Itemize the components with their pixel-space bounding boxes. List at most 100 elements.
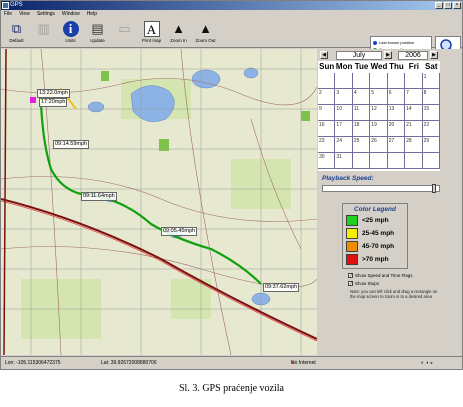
- calendar-day[interactable]: 12: [370, 105, 388, 121]
- speed-flag: 13:22.0mph: [37, 89, 71, 98]
- zoom-in-button[interactable]: ▲ Zoom In: [166, 20, 191, 46]
- weekday-header: Wed: [370, 62, 388, 71]
- show-stops-checkbox[interactable]: ✓ Show Stops: [348, 281, 379, 287]
- playback-speed-slider[interactable]: [322, 184, 440, 193]
- menu-bar: File View Settings Window Help: [1, 10, 462, 18]
- map-view[interactable]: 13:22.0mph 17:20mph 09:14.59mph 09:11.64…: [1, 49, 317, 355]
- zoom-out-icon: ▲: [199, 21, 212, 36]
- calendar-day[interactable]: 4: [352, 89, 371, 105]
- speed-flag: 09:14.59mph: [53, 140, 90, 149]
- calendar-day[interactable]: 28: [405, 137, 423, 153]
- prev-month-button[interactable]: ◀: [320, 51, 328, 59]
- minimize-button[interactable]: _: [435, 2, 443, 9]
- weekday-header: Sat: [425, 62, 438, 71]
- calendar-day[interactable]: 20: [387, 121, 406, 137]
- zoom-out-button[interactable]: ▲ Zoom Out: [193, 20, 218, 46]
- close-button[interactable]: ×: [453, 2, 461, 9]
- show-speed-checkbox[interactable]: ✓ Show Speed and Time Flags: [348, 273, 413, 279]
- calendar-day[interactable]: [387, 153, 406, 169]
- calendar-day[interactable]: 9: [318, 105, 336, 121]
- maximize-button[interactable]: □: [444, 2, 452, 9]
- print-map-label: Print map: [141, 38, 162, 43]
- print-icon: A: [143, 21, 160, 37]
- calendar-day[interactable]: 3: [335, 89, 353, 105]
- calendar-day[interactable]: 22: [422, 121, 440, 137]
- calendar-day[interactable]: 13: [387, 105, 406, 121]
- units-button-label: Units: [65, 38, 76, 43]
- legend-row: 45-70 mph: [346, 240, 404, 253]
- calendar-day[interactable]: 23: [318, 137, 336, 153]
- calendar-header: ◀ July ▶ 2006 ▶: [318, 49, 462, 61]
- calendar-day[interactable]: [387, 73, 406, 89]
- calendar-day[interactable]: 8: [422, 89, 440, 105]
- menu-window[interactable]: Window: [62, 10, 80, 18]
- calendar-day[interactable]: 7: [405, 89, 423, 105]
- speed-flag: 09:37.62mph: [263, 283, 300, 292]
- slider-thumb[interactable]: [431, 184, 436, 193]
- legend-row: >70 mph: [346, 253, 404, 266]
- calendar-day[interactable]: 19: [370, 121, 388, 137]
- menu-file[interactable]: File: [4, 10, 12, 18]
- weekday-header: Mon: [335, 62, 353, 71]
- calendar-day[interactable]: 1: [422, 73, 440, 89]
- calendar-day[interactable]: [422, 153, 440, 169]
- app-icon: [2, 2, 9, 9]
- speed-flag: 17:20mph: [39, 98, 68, 107]
- calendar-day[interactable]: [405, 73, 423, 89]
- menu-settings[interactable]: Settings: [37, 10, 55, 18]
- month-field[interactable]: July: [336, 51, 382, 60]
- calendar-day[interactable]: 27: [387, 137, 406, 153]
- calendar-day[interactable]: 31: [335, 153, 353, 169]
- calendar-day[interactable]: 10: [335, 105, 353, 121]
- calendar-day[interactable]: [335, 73, 353, 89]
- zoom-in-label: Zoom In: [170, 38, 187, 43]
- gps-window: GPS _ □ × File View Settings Window Help…: [0, 0, 463, 370]
- year-field[interactable]: 2006: [398, 51, 428, 60]
- legend-last-known: Last known position: [373, 39, 429, 46]
- weekday-header: Fri: [408, 62, 419, 71]
- menu-view[interactable]: View: [19, 10, 30, 18]
- update-icon: ▤: [91, 21, 104, 36]
- window-controls: _ □ ×: [435, 2, 461, 9]
- default-button[interactable]: ⧉ Default: [4, 20, 29, 46]
- calendar-day[interactable]: 26: [370, 137, 388, 153]
- red-swatch: [346, 254, 358, 265]
- calendar-day[interactable]: [352, 153, 371, 169]
- calendar-day[interactable]: 6: [387, 89, 406, 105]
- calendar-day[interactable]: 18: [352, 121, 371, 137]
- calendar-day[interactable]: 24: [335, 137, 353, 153]
- playback-speed-label: Playback Speed:: [322, 175, 374, 182]
- calendar-day[interactable]: 17: [335, 121, 353, 137]
- yellow-swatch: [346, 228, 358, 239]
- update-button[interactable]: ▤ Update: [85, 20, 110, 46]
- checkbox-box[interactable]: ✓: [348, 281, 353, 287]
- next-month-button[interactable]: ▶: [384, 51, 392, 59]
- calendar-day[interactable]: 29: [422, 137, 440, 153]
- disabled-button-1[interactable]: ▥: [31, 20, 56, 46]
- menu-help[interactable]: Help: [87, 10, 97, 18]
- disabled-button-2[interactable]: ▭: [112, 20, 137, 46]
- calendar-day[interactable]: 21: [405, 121, 423, 137]
- calendar-day[interactable]: 5: [370, 89, 388, 105]
- calendar-day[interactable]: [370, 73, 388, 89]
- calendar-day[interactable]: [405, 153, 423, 169]
- calendar-day[interactable]: 15: [422, 105, 440, 121]
- calendar-day[interactable]: 16: [318, 121, 336, 137]
- update-button-label: Update: [90, 38, 105, 43]
- calendar-day[interactable]: 11: [352, 105, 371, 121]
- next-year-button[interactable]: ▶: [430, 51, 438, 59]
- disabled-icon: ▭: [118, 21, 131, 36]
- checkbox-box[interactable]: ✓: [348, 273, 353, 279]
- calendar-day[interactable]: 25: [352, 137, 371, 153]
- calendar-day[interactable]: 30: [318, 153, 336, 169]
- figure-caption: Sl. 3. GPS praćenje vozila: [179, 383, 284, 394]
- calendar-day[interactable]: [318, 73, 336, 89]
- weekday-header: Sun: [319, 62, 335, 71]
- calendar-day[interactable]: 2: [318, 89, 336, 105]
- calendar-grid: 1 2 3 4 5 6 7 8 9 10 11 12 13 14 15 16 17 18 19 20 21 22 23 24 2…: [318, 73, 440, 169]
- calendar-day[interactable]: [352, 73, 371, 89]
- units-button[interactable]: i Units: [58, 20, 83, 46]
- calendar-day[interactable]: [370, 153, 388, 169]
- print-map-button[interactable]: A Print map: [139, 20, 164, 46]
- calendar-day[interactable]: 14: [405, 105, 423, 121]
